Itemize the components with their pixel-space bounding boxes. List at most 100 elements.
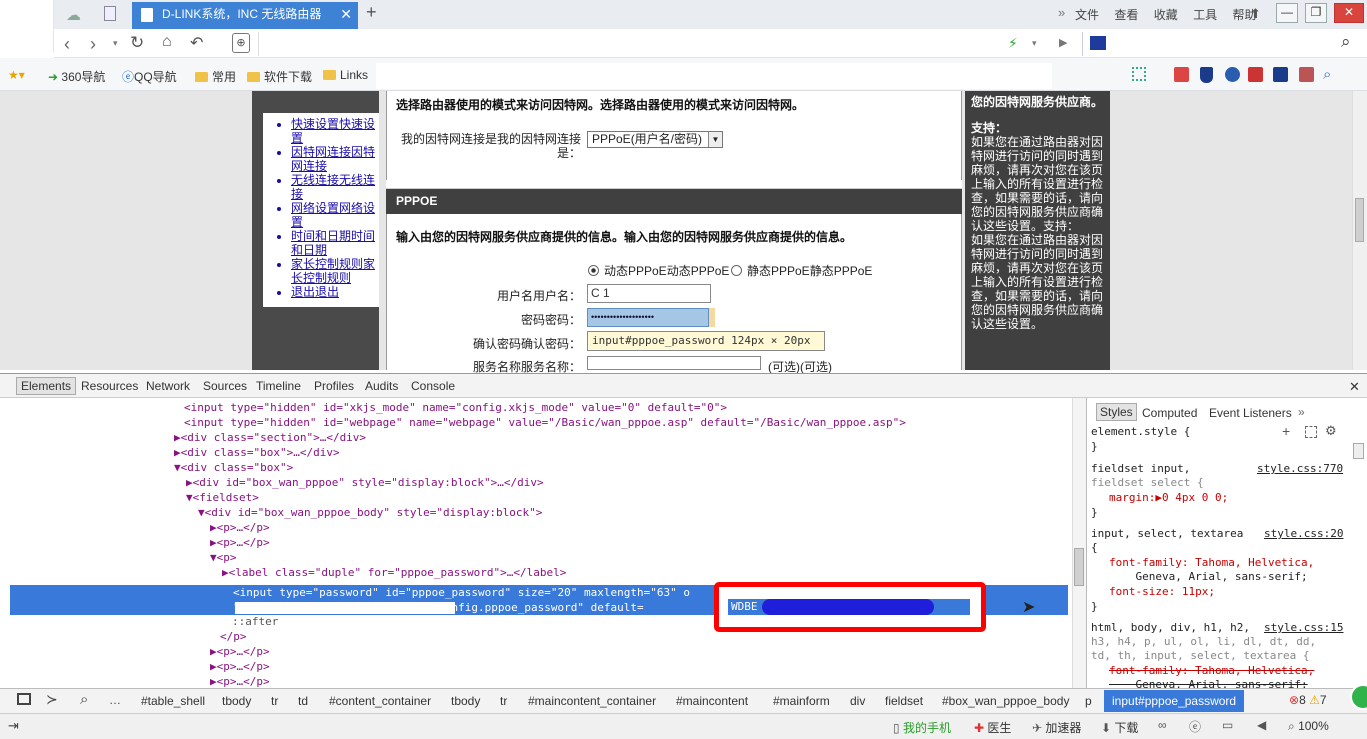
crumb[interactable]: #maincontent <box>676 694 748 708</box>
bookmark-software[interactable]: 软件下载 <box>247 68 312 85</box>
nav-parental[interactable]: 家长控制规则家长控制规则 <box>291 257 379 285</box>
connection-select[interactable]: PPPoE(用户名/密码) ▼ <box>587 131 723 148</box>
radio-dynamic[interactable]: 动态PPPoE动态PPPoE <box>588 262 729 279</box>
nav-network[interactable]: 网络设置网络设置 <box>291 201 379 229</box>
gear-icon[interactable]: ⚙ <box>1325 423 1337 439</box>
code-line[interactable]: ▶<label class="duple" for="pppoe_passwor… <box>222 565 566 580</box>
crumb[interactable]: #content_container <box>329 694 431 708</box>
tab-event-listeners[interactable]: Event Listeners <box>1209 406 1292 420</box>
volume-icon[interactable]: ◀ <box>1257 718 1266 732</box>
restore-button[interactable]: ❐ <box>1305 3 1327 23</box>
bookmark-links[interactable]: Links <box>323 68 368 82</box>
menu-view[interactable]: 查看 <box>1114 8 1138 22</box>
style-source-link[interactable]: style.css:770 <box>1257 462 1343 476</box>
history-dropdown-icon[interactable]: ▾ <box>113 38 118 49</box>
password-input[interactable]: •••••••••••••••••••• <box>587 308 709 327</box>
crumb[interactable]: p <box>1085 694 1092 708</box>
close-tab-icon[interactable]: ✕ <box>340 2 352 27</box>
magnifier-icon[interactable]: ⌕ <box>1323 66 1331 83</box>
nav-logout[interactable]: 退出退出 <box>291 285 379 299</box>
more-tabs-icon[interactable]: » <box>1298 405 1305 419</box>
weibo-icon[interactable] <box>1248 67 1263 82</box>
code-line[interactable]: <input type="hidden" id="webpage" name="… <box>184 415 906 430</box>
chevron-down-icon[interactable]: ▼ <box>708 132 722 147</box>
screenshot-icon[interactable]: ▭ <box>1222 718 1233 732</box>
undo-icon[interactable]: ↶ <box>190 33 203 53</box>
crumb[interactable]: fieldset <box>885 694 923 708</box>
globe-icon[interactable] <box>1225 67 1240 82</box>
nav-time[interactable]: 时间和日期时间和日期 <box>291 229 379 257</box>
crumb[interactable]: #table_shell <box>141 694 205 708</box>
radio-static[interactable]: 静态PPPoE静态PPPoE <box>731 262 872 279</box>
cloud-icon[interactable]: ☁ <box>66 6 81 24</box>
tab-audits[interactable]: Audits <box>365 379 398 393</box>
crumb[interactable]: tr <box>500 694 507 708</box>
tab-styles[interactable]: Styles <box>1096 403 1137 421</box>
back-icon[interactable]: ‹ <box>64 34 70 55</box>
close-devtools-icon[interactable]: ✕ <box>1349 379 1360 395</box>
code-line[interactable]: ▼<p> <box>210 550 237 565</box>
style-source-link[interactable]: style.css:20 <box>1264 527 1343 541</box>
code-line-after[interactable]: ::after <box>232 614 278 629</box>
nav-wireless[interactable]: 无线连接无线连接 <box>291 173 379 201</box>
style-property[interactable]: font-family: Tahoma, Helvetica, <box>1109 556 1314 570</box>
elements-scrollbar-thumb[interactable] <box>1074 548 1084 586</box>
code-line[interactable]: ▼<fieldset> <box>186 490 259 505</box>
code-line[interactable]: ▼<div class="box"> <box>174 460 293 475</box>
tab-network[interactable]: Network <box>146 379 190 393</box>
service-input[interactable] <box>587 356 761 370</box>
refresh-icon[interactable]: ↻ <box>130 33 144 53</box>
address-dropdown-icon[interactable]: ▾ <box>1032 38 1037 49</box>
error-warning-counter[interactable]: ⊗8 ⚠7 <box>1289 693 1327 707</box>
search-icon[interactable]: ⌕ <box>80 691 88 708</box>
crumb-active[interactable]: input#pppoe_password <box>1104 690 1244 712</box>
crumb[interactable]: #box_wan_pppoe_body <box>942 694 1069 708</box>
minimize-button[interactable]: — <box>1276 3 1298 23</box>
crumb[interactable]: tbody <box>222 694 251 708</box>
username-input[interactable]: C 1 <box>587 284 711 303</box>
tab-active[interactable]: D-LINK系统，INC 无线路由器 ✕ <box>132 2 358 29</box>
element-state-icon[interactable] <box>1305 426 1317 438</box>
address-bar[interactable] <box>258 32 1078 56</box>
more-chevron-icon[interactable]: » <box>1058 5 1065 20</box>
forward-icon[interactable]: › <box>90 34 96 55</box>
search-input[interactable] <box>1082 32 1367 56</box>
add-rule-icon[interactable]: + <box>1282 423 1290 439</box>
crumb[interactable]: #maincontent_container <box>528 694 656 708</box>
ie-mode-icon[interactable]: ⓔ <box>1189 718 1201 735</box>
console-icon[interactable]: ≻ <box>46 691 58 708</box>
crumb[interactable]: tr <box>271 694 278 708</box>
favorites-star-icon[interactable]: ★▾ <box>8 68 25 82</box>
calendar-icon[interactable] <box>1174 67 1189 82</box>
status-accelerator[interactable]: ✈ 加速器 <box>1032 719 1081 736</box>
search-engine-icon[interactable] <box>1090 36 1106 50</box>
skin-icon[interactable]: ⬆ <box>1250 6 1261 22</box>
status-my-phone[interactable]: ▯ 我的手机 <box>893 719 951 736</box>
go-icon[interactable]: ▶ <box>1059 36 1067 49</box>
code-line[interactable]: ▶<div class="section">…</div> <box>174 430 366 445</box>
crumb[interactable]: td <box>298 694 308 708</box>
style-property[interactable]: font-size: 11px; <box>1109 585 1215 599</box>
menu-favorites[interactable]: 收藏 <box>1154 8 1178 22</box>
crumb[interactable]: tbody <box>451 694 480 708</box>
code-line[interactable]: ▶<p>…</p> <box>210 520 270 535</box>
tab-sources[interactable]: Sources <box>203 379 247 393</box>
tab-timeline[interactable]: Timeline <box>256 379 301 393</box>
code-line[interactable]: ▶<div id="box_wan_pppoe" style="display:… <box>186 475 544 490</box>
style-property[interactable]: margin:▶0 4px 0 0; <box>1109 491 1228 505</box>
code-line[interactable]: ▶<div class="box">…</div> <box>174 445 340 460</box>
lightning-icon[interactable]: ⚡ <box>1008 35 1018 52</box>
tab-computed[interactable]: Computed <box>1142 406 1197 420</box>
menu-tools[interactable]: 工具 <box>1193 8 1217 22</box>
styles-scrollbar-thumb[interactable] <box>1353 443 1364 459</box>
tab-resources[interactable]: Resources <box>81 379 138 393</box>
sidebar-toggle-icon[interactable] <box>104 6 116 21</box>
code-line[interactable]: ▶<p>…</p> <box>210 535 270 550</box>
code-line[interactable]: </p> <box>220 629 247 644</box>
share-icon[interactable] <box>1273 67 1288 82</box>
home-icon[interactable]: ⌂ <box>162 33 172 51</box>
bookmark-common[interactable]: 常用 <box>195 68 236 85</box>
code-line[interactable]: ▼<div id="box_wan_pppoe_body" style="dis… <box>198 505 542 520</box>
style-property-overridden[interactable]: font-family: Tahoma, Helvetica, <box>1109 664 1314 678</box>
search-icon[interactable]: ⌕ <box>1341 32 1351 52</box>
